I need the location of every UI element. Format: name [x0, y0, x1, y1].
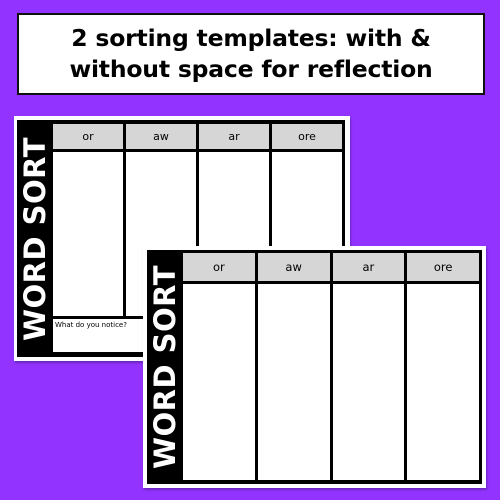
sort-column-ar — [332, 284, 405, 480]
side-title-band: WORD SORT — [147, 250, 183, 484]
sort-column-or — [53, 152, 123, 316]
column-header-or: or — [53, 124, 123, 149]
column-header-aw: aw — [126, 124, 196, 149]
column-header-ar: ar — [199, 124, 269, 149]
reflection-prompt: What do you notice? — [55, 321, 127, 329]
column-header-ore: ore — [272, 124, 342, 149]
column-header-ar: ar — [332, 253, 405, 281]
worksheet-frame: WORD SORT or aw ar ore — [147, 250, 482, 484]
sort-column-aw — [257, 284, 330, 480]
title-banner: 2 sorting templates: with & without spac… — [17, 13, 485, 95]
column-header-ore: ore — [407, 253, 479, 281]
sort-column-ore — [407, 284, 479, 480]
sort-column-or — [183, 284, 255, 480]
side-title: WORD SORT — [148, 265, 182, 469]
column-header-or: or — [183, 253, 255, 281]
banner-line-2: without space for reflection — [69, 55, 433, 83]
sort-table: or aw ar ore — [183, 253, 479, 480]
banner-line-1: 2 sorting templates: with & — [71, 24, 431, 52]
column-header-aw: aw — [257, 253, 330, 281]
side-title: WORD SORT — [18, 136, 52, 341]
worksheet-without-reflection: WORD SORT or aw ar ore — [143, 246, 486, 488]
side-title-band: WORD SORT — [17, 120, 53, 357]
